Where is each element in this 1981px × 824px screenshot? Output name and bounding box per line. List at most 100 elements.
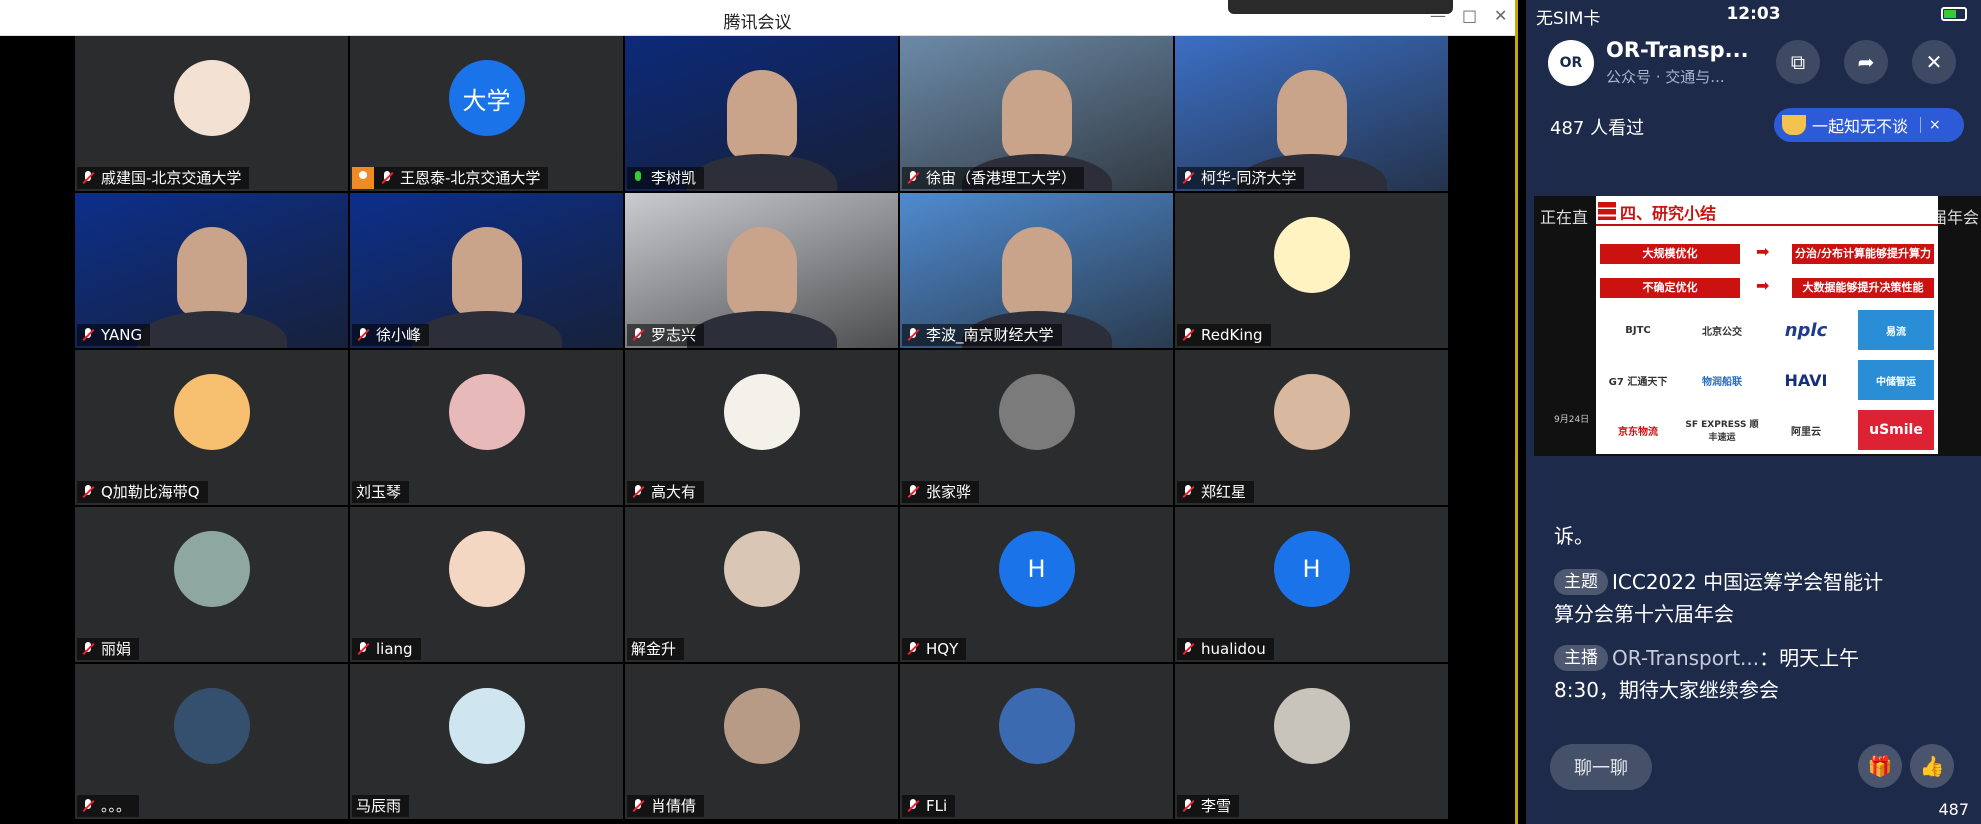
participant-grid: 戚建国-北京交通大学 大学 王恩泰-北京交通大学李树凯 徐宙（香港理工大学） 柯华-同济… [75,36,1450,820]
clock: 12:03 [1726,4,1781,24]
participant-name-tag: 刘玉琴 [352,481,410,503]
participant-name: 马辰雨 [356,797,402,815]
participant-name: liang [376,640,413,658]
participant-name: 李波_南京财经大学 [926,326,1054,344]
participant-tile[interactable]: RedKing [1175,193,1448,348]
account-name[interactable]: OR-Transp... [1606,38,1749,62]
chat-fragment: 诉。 [1554,524,1594,548]
participant-name-tag: 马辰雨 [352,795,410,817]
participant-tile[interactable]: 李树凯 [625,36,898,191]
account-avatar[interactable]: OR [1548,40,1594,86]
avatar [998,374,1075,450]
avatar [448,688,525,764]
participant-name-tag: 王恩泰-北京交通大学 [352,167,549,189]
promo-text: 一起知无不谈 [1812,117,1909,136]
participant-tile[interactable]: liang [350,507,623,662]
host-author[interactable]: OR-Transport... [1612,646,1759,670]
mic-muted-icon [1181,171,1195,185]
participant-name-tag: 戚建国-北京交通大学 [77,167,250,189]
promo-pill[interactable]: 一起知无不谈 × [1774,108,1964,142]
thumbs-up-icon[interactable]: 👍 [1910,744,1954,788]
participant-tile[interactable]: 大学 王恩泰-北京交通大学 [350,36,623,191]
participant-name-tag: YANG [77,324,151,346]
participant-name-tag: 。。。 [77,795,140,817]
logo: G7 汇通天下 [1608,376,1668,388]
participant-name-tag: RedKing [1177,324,1271,346]
share-icon[interactable]: ➦ [1844,40,1888,84]
participant-tile[interactable]: 张家骅 [900,350,1173,505]
avatar [723,688,800,764]
arrow-icon: ➡ [1756,276,1770,295]
participant-name-tag: Q加勒比海带Q [77,481,208,503]
logo: 物润船联 [1702,376,1742,388]
logo: SF EXPRESS 顺丰速运 [1685,420,1759,443]
mic-muted-icon [81,799,95,813]
participant-tile[interactable]: H HQY [900,507,1173,662]
participant-tile[interactable]: 马辰雨 [350,664,623,819]
avatar [173,688,250,764]
participant-tile[interactable]: 李雪 [1175,664,1448,819]
participant-tile[interactable]: 高大有 [625,350,898,505]
participant-tile[interactable]: Q加勒比海带Q [75,350,348,505]
mic-muted-icon [906,328,920,342]
mic-muted-icon [1181,642,1195,656]
participant-name: 肖倩倩 [651,797,697,815]
topic-tag: 主题 [1554,569,1608,595]
participant-tile[interactable]: 柯华-同济大学 [1175,36,1448,191]
close-icon[interactable]: ✕ [1494,6,1507,25]
gift-icon[interactable]: 🎁 [1858,744,1902,788]
participant-tile[interactable]: 李波_南京财经大学 [900,193,1173,348]
avatar [1273,688,1350,764]
participant-tile[interactable]: 肖倩倩 [625,664,898,819]
meeting-window: 腾讯会议 — □ ✕ 戚建国-北京交通大学 大学 王恩泰-北京交通大学 李树凯 徐宙（香… [0,0,1518,824]
participant-name-tag: 柯华-同济大学 [1177,167,1305,189]
participant-tile[interactable]: 。。。 [75,664,348,819]
participant-tile[interactable]: 戚建国-北京交通大学 [75,36,348,191]
participant-tile[interactable]: 刘玉琴 [350,350,623,505]
mic-muted-icon [906,485,920,499]
chat-panel: 诉。 主题 ICC2022 中国运筹学会智能计算分会第十六届年会 主播 OR-Tra… [1526,470,1981,824]
participant-tile[interactable]: FLi [900,664,1173,819]
participant-name: 解金升 [631,640,677,658]
logo: 中储智运 [1858,360,1934,400]
presentation-slide: 四、研究小结 大规模优化 ➡ 分治/分布计算能够提升算力 不确定优化 ➡ 大数据… [1596,196,1938,454]
participant-tile[interactable]: 解金升 [625,507,898,662]
participant-name-tag: 丽娟 [77,638,140,660]
close-icon[interactable]: ✕ [1912,40,1956,84]
chat-button[interactable]: 聊一聊 [1550,744,1652,790]
mic-muted-icon [906,171,920,185]
participant-name: HQY [926,640,959,658]
person-silhouette [176,227,247,317]
promo-close-icon[interactable]: × [1920,117,1941,133]
participant-name: Q加勒比海带Q [101,483,200,501]
participant-tile[interactable]: Hhualidou [1175,507,1448,662]
participant-name: YANG [101,326,143,344]
participant-tile[interactable]: 徐小峰 [350,193,623,348]
floating-toolbar[interactable] [1228,0,1453,14]
avatar [723,374,800,450]
mic-muted-icon [631,485,645,499]
mic-muted-icon [631,328,645,342]
participant-name: FLi [926,797,948,815]
host-tag: 主播 [1554,645,1608,671]
floating-window-icon[interactable]: ⧉ [1776,40,1820,84]
participant-tile[interactable]: 丽娟 [75,507,348,662]
participant-tile[interactable]: 罗志兴 [625,193,898,348]
participant-tile[interactable]: 徐宙（香港理工大学） [900,36,1173,191]
battery-icon [1941,7,1967,21]
participant-tile[interactable]: 郑红星 [1175,350,1448,505]
participant-name-tag: 高大有 [627,481,705,503]
live-caption-left: 正在直 [1540,208,1589,227]
avatar [998,688,1075,764]
logo: 北京公交 [1702,326,1742,338]
live-video[interactable]: 正在直 届年会 四、研究小结 大规模优化 ➡ 分治/分布计算能够提升算力 不确定… [1534,196,1981,456]
mic-muted-icon [81,328,95,342]
maximize-icon[interactable]: □ [1462,6,1477,25]
person-body [136,311,287,348]
participant-name: 李树凯 [651,169,697,187]
participant-name-tag: 张家骅 [902,481,980,503]
participant-tile[interactable]: YANG [75,193,348,348]
logo: 京东物流 [1618,426,1658,438]
avatar [1273,374,1350,450]
mic-muted-icon [81,485,95,499]
